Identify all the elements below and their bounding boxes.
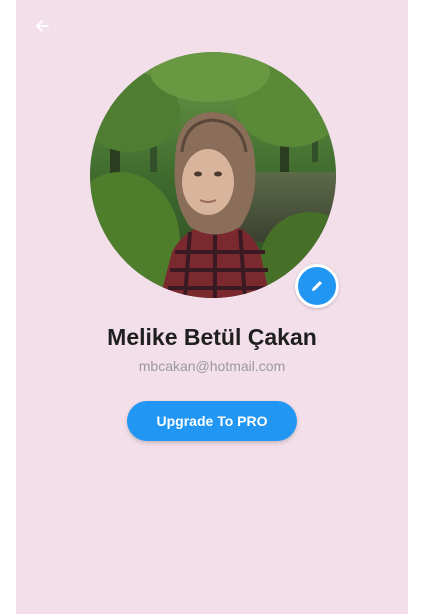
avatar-container [90, 52, 339, 308]
profile-email: mbcakan@hotmail.com [138, 358, 286, 374]
avatar-photo [90, 52, 336, 298]
pencil-icon [312, 281, 322, 291]
upgrade-to-pro-button[interactable]: Upgrade To PRO [127, 401, 297, 441]
profile-screen: Melike Betül Çakan mbcakan@hotmail.com U… [16, 0, 408, 614]
avatar [90, 52, 336, 298]
back-button[interactable] [30, 14, 54, 38]
profile-name: Melike Betül Çakan [107, 324, 317, 350]
arrow-left-icon [36, 20, 49, 32]
edit-avatar-button[interactable] [295, 264, 339, 308]
